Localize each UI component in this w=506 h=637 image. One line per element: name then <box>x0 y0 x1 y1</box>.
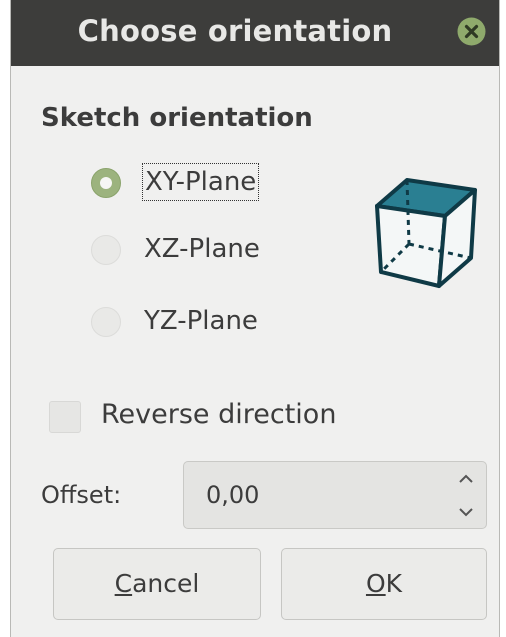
cancel-label: ancel <box>132 569 200 598</box>
dialog-title: Choose orientation <box>77 14 393 48</box>
spin-buttons <box>446 462 486 528</box>
radio-button-checked[interactable] <box>91 168 121 198</box>
offset-spinbox[interactable]: 0,00 <box>183 461 487 529</box>
radio-button[interactable] <box>91 307 121 337</box>
radio-label-xy-plane[interactable]: XY-Plane <box>142 163 260 201</box>
reverse-direction-label[interactable]: Reverse direction <box>101 395 336 435</box>
offset-label: Offset: <box>41 481 122 509</box>
cancel-mnemonic: C <box>114 569 133 598</box>
ok-label: K <box>385 569 403 598</box>
ok-mnemonic: O <box>365 569 386 598</box>
chevron-down-icon[interactable] <box>446 495 486 528</box>
cube-icon <box>373 172 481 290</box>
sketch-orientation-heading: Sketch orientation <box>41 103 313 133</box>
cancel-button[interactable]: Cancel <box>53 548 261 620</box>
title-bar[interactable]: Choose orientation <box>11 0 499 66</box>
offset-value[interactable]: 0,00 <box>206 477 259 513</box>
chevron-up-icon[interactable] <box>446 462 486 495</box>
radio-label-yz-plane[interactable]: YZ-Plane <box>142 302 260 340</box>
close-icon[interactable] <box>457 17 486 46</box>
ok-button[interactable]: OK <box>281 548 487 620</box>
radio-label-xz-plane[interactable]: XZ-Plane <box>142 230 262 268</box>
choose-orientation-dialog: Choose orientation Sketch orientation XY… <box>10 0 500 637</box>
reverse-direction-checkbox[interactable] <box>49 401 81 433</box>
radio-button[interactable] <box>91 235 121 265</box>
